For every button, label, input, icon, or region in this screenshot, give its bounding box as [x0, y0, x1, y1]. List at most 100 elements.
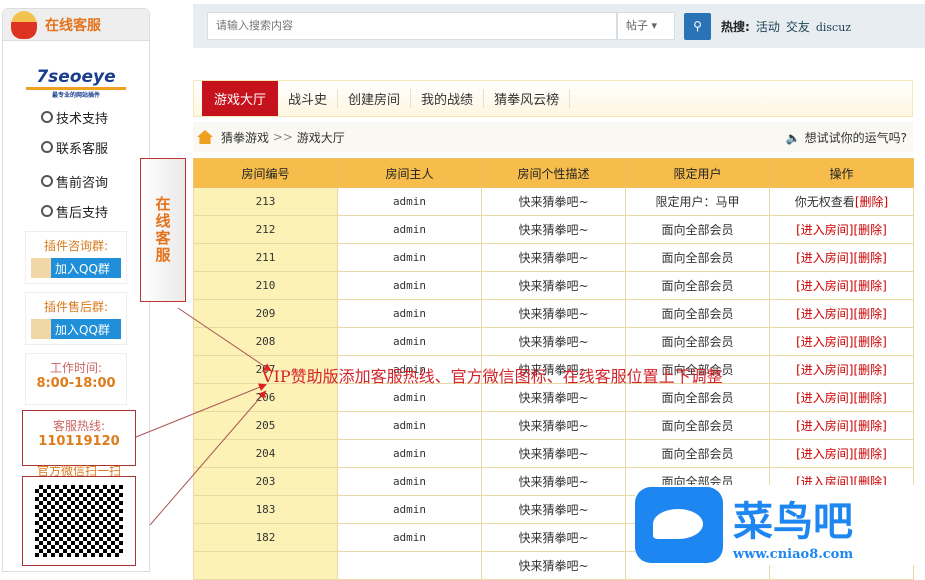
service-avatar-icon: [11, 10, 37, 39]
room-desc: 快来猜拳吧~: [481, 327, 626, 356]
enter-room-link[interactable]: [进入房间]: [796, 251, 853, 265]
room-owner: admin: [337, 271, 482, 300]
room-owner: admin: [337, 215, 482, 244]
watermark: 菜鸟吧 www.cniao8.com: [635, 485, 925, 565]
room-actions: [进入房间][删除]: [769, 215, 914, 244]
room-owner: admin: [337, 495, 482, 524]
delete-link[interactable]: [删除]: [854, 447, 887, 461]
room-id: 213: [193, 187, 338, 216]
luck-link[interactable]: 🔈 想试试你的运气吗?: [786, 129, 907, 146]
room-desc: 快来猜拳吧~: [481, 411, 626, 440]
work-time: 工作时间: 8:00-18:00: [25, 353, 127, 405]
search-input[interactable]: [207, 12, 617, 40]
enter-room-link[interactable]: [进入房间]: [796, 307, 853, 321]
room-actions: [进入房间][删除]: [769, 411, 914, 440]
hot-link[interactable]: 交友: [786, 20, 810, 34]
room-desc: 快来猜拳吧~: [481, 187, 626, 216]
consult-group: 插件咨询群: 加入QQ群: [25, 231, 127, 284]
home-icon: [197, 130, 213, 144]
table-row: 213 admin 快来猜拳吧~ 限定用户：马甲 你无权查看[删除]: [193, 187, 914, 216]
room-owner: admin: [337, 383, 482, 412]
delete-link[interactable]: [删除]: [854, 335, 887, 349]
room-limit: 面向全部会员: [625, 439, 770, 468]
table-row: 210 admin 快来猜拳吧~ 面向全部会员 [进入房间][删除]: [193, 271, 914, 300]
wechat-qr-code: [22, 476, 136, 566]
annotation-text: VIP赞助版添加客服热线、官方微信图标、在线客服位置上下调整: [262, 367, 723, 386]
room-limit: 面向全部会员: [625, 411, 770, 440]
qq-icon: [41, 175, 53, 187]
breadcrumb-home[interactable]: 猜拳游戏: [221, 129, 269, 146]
enter-room-link[interactable]: [进入房间]: [796, 279, 853, 293]
tab-battle-history[interactable]: 战斗史: [278, 89, 339, 108]
room-actions: [进入房间][删除]: [769, 271, 914, 300]
aftersale-link[interactable]: 售后支持: [41, 199, 149, 223]
sidebar-header: 在线客服: [3, 9, 149, 41]
column-header: 操作: [769, 158, 914, 188]
table-row: 204 admin 快来猜拳吧~ 面向全部会员 [进入房间][删除]: [193, 439, 914, 468]
column-header: 限定用户: [625, 158, 770, 188]
delete-link[interactable]: [删除]: [854, 251, 887, 265]
room-desc: 快来猜拳吧~: [481, 383, 626, 412]
join-qq-group-button[interactable]: 加入QQ群: [31, 319, 121, 339]
delete-link[interactable]: [删除]: [854, 363, 887, 377]
room-limit: 面向全部会员: [625, 215, 770, 244]
enter-room-link[interactable]: [进入房间]: [796, 447, 853, 461]
tab-my-record[interactable]: 我的战绩: [411, 89, 485, 108]
game-nav: 游戏大厅 战斗史 创建房间 我的战绩 猜拳风云榜: [193, 80, 913, 117]
room-desc: 快来猜拳吧~: [481, 215, 626, 244]
hot-searches: 热搜: 活动 交友 discuz: [721, 20, 852, 34]
room-owner: admin: [337, 439, 482, 468]
presale-link[interactable]: 售前咨询: [41, 169, 149, 193]
group-icon: [31, 319, 51, 339]
room-owner: admin: [337, 523, 482, 552]
delete-link[interactable]: [删除]: [854, 391, 887, 405]
delete-link[interactable]: [删除]: [854, 223, 887, 237]
search-bar: 帖子 ▾ ⚲ 热搜:活动交友discuz: [193, 4, 925, 48]
tab-game-hall[interactable]: 游戏大厅: [202, 81, 279, 116]
room-owner: admin: [337, 243, 482, 272]
qq-icon: [41, 141, 53, 153]
enter-room-link[interactable]: [进入房间]: [796, 223, 853, 237]
delete-link[interactable]: [删除]: [854, 307, 887, 321]
breadcrumb: 猜拳游戏 >> 游戏大厅 🔈 想试试你的运气吗?: [193, 122, 913, 152]
hot-link[interactable]: discuz: [816, 21, 851, 34]
room-desc: 快来猜拳吧~: [481, 495, 626, 524]
hot-link[interactable]: 活动: [756, 20, 780, 34]
room-id: 211: [193, 243, 338, 272]
seoeye-logo: 7seoeye 最专业的网站插件: [26, 67, 126, 99]
tab-create-room[interactable]: 创建房间: [338, 89, 412, 108]
tab-leaderboard[interactable]: 猜拳风云榜: [484, 89, 571, 108]
room-limit: 面向全部会员: [625, 271, 770, 300]
room-id: 212: [193, 215, 338, 244]
enter-room-link[interactable]: [进入房间]: [796, 391, 853, 405]
room-limit: 面向全部会员: [625, 243, 770, 272]
room-actions: 你无权查看[删除]: [769, 187, 914, 216]
room-owner: admin: [337, 467, 482, 496]
room-id: 203: [193, 467, 338, 496]
enter-room-link[interactable]: [进入房间]: [796, 335, 853, 349]
search-button[interactable]: ⚲: [684, 13, 711, 40]
table-row: 205 admin 快来猜拳吧~ 面向全部会员 [进入房间][删除]: [193, 411, 914, 440]
delete-link[interactable]: [删除]: [854, 279, 887, 293]
room-id: 206: [193, 383, 338, 412]
speaker-icon: 🔈: [785, 130, 801, 145]
tech-support-link[interactable]: 技术支持: [41, 105, 149, 129]
room-actions: [进入房间][删除]: [769, 355, 914, 384]
room-desc: 快来猜拳吧~: [481, 467, 626, 496]
delete-link[interactable]: [删除]: [855, 195, 888, 209]
room-desc: 快来猜拳吧~: [481, 243, 626, 272]
contact-service-link[interactable]: 联系客服: [41, 135, 149, 159]
enter-room-link[interactable]: [进入房间]: [796, 419, 853, 433]
delete-link[interactable]: [删除]: [854, 419, 887, 433]
room-limit: 面向全部会员: [625, 327, 770, 356]
join-qq-group-button[interactable]: 加入QQ群: [31, 258, 121, 278]
enter-room-link[interactable]: [进入房间]: [796, 363, 853, 377]
room-owner: admin: [337, 327, 482, 356]
online-service-tab[interactable]: 在线客服: [140, 158, 186, 302]
room-id: 210: [193, 271, 338, 300]
room-owner: admin: [337, 411, 482, 440]
table-row: 209 admin 快来猜拳吧~ 面向全部会员 [进入房间][删除]: [193, 299, 914, 328]
search-type-select[interactable]: 帖子 ▾: [617, 12, 675, 40]
bird-logo-icon: [635, 487, 723, 563]
breadcrumb-current: 游戏大厅: [296, 130, 345, 145]
